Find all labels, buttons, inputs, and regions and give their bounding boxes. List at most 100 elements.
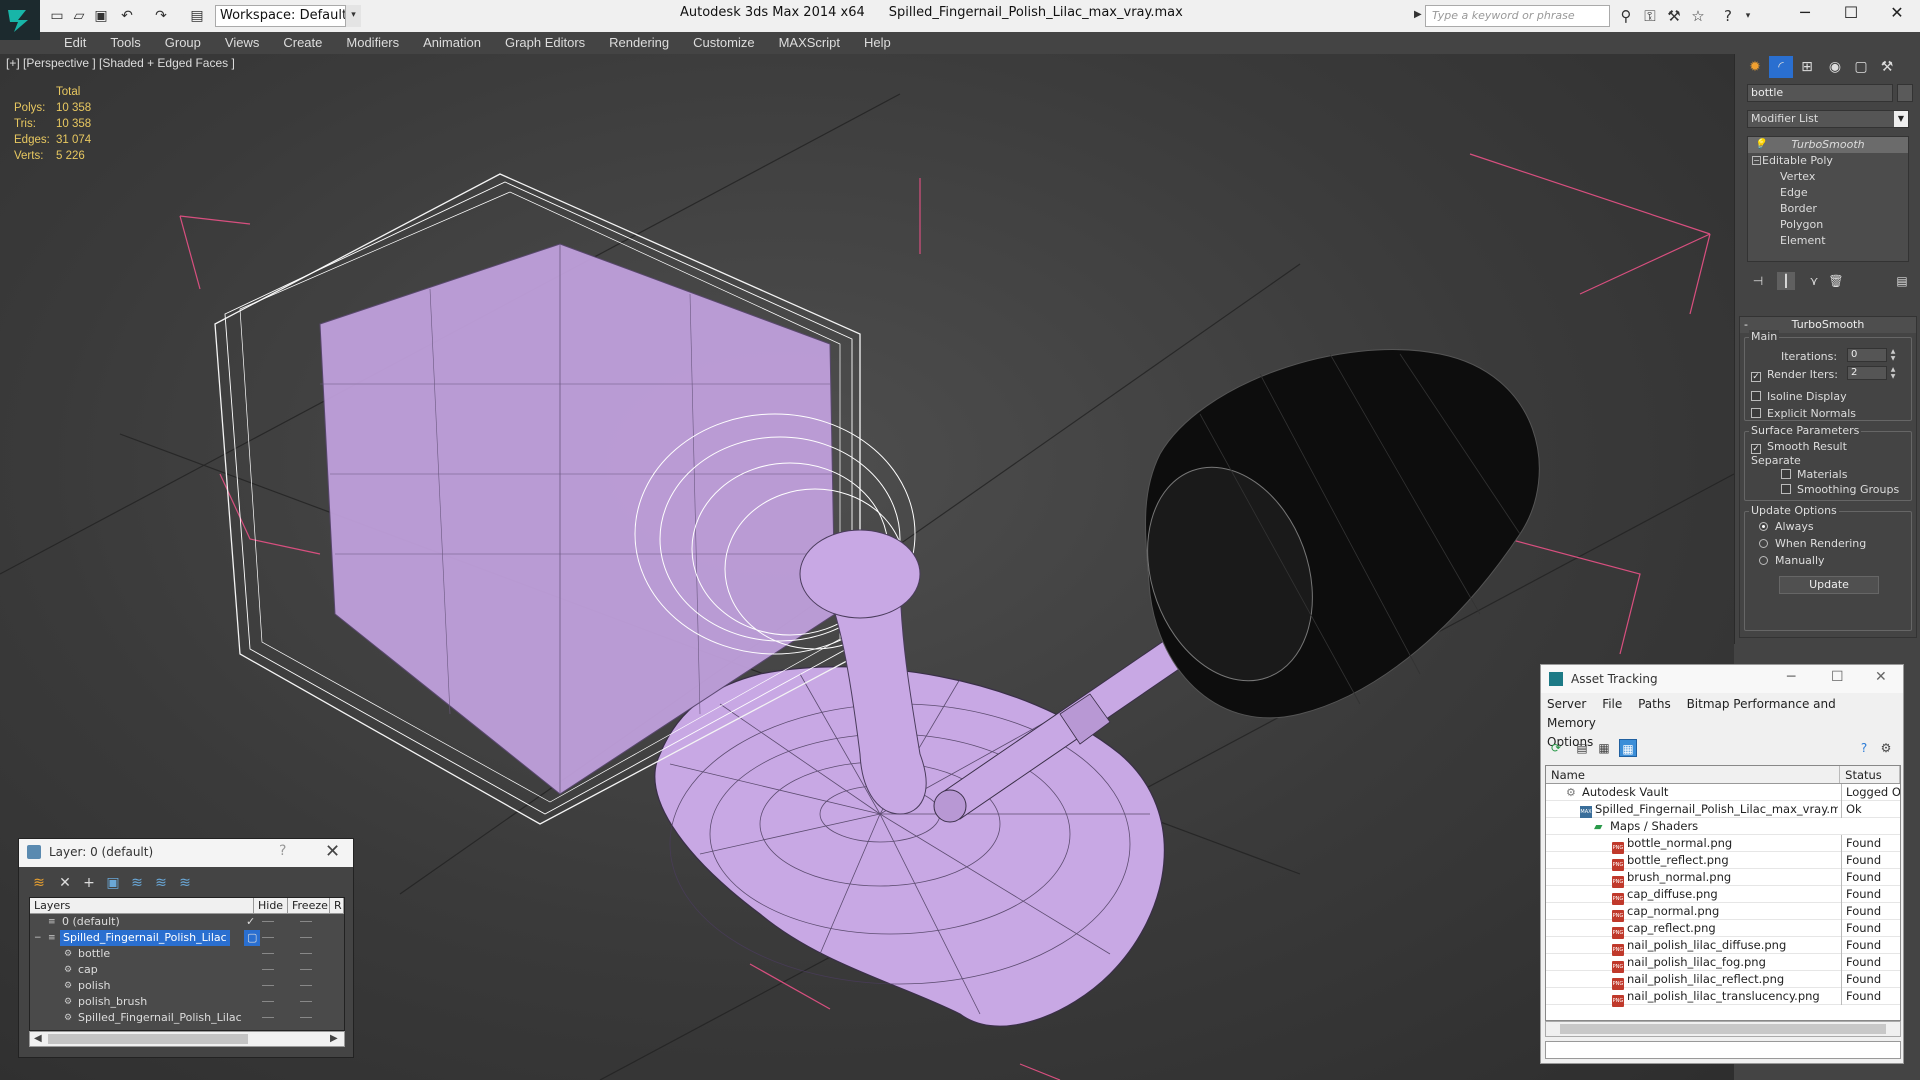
menu-graph-editors[interactable]: Graph Editors	[493, 32, 597, 54]
binoculars-icon[interactable]: ⚲	[1616, 6, 1636, 26]
hide-toggle[interactable]	[262, 937, 274, 938]
materials-row[interactable]: Materials	[1781, 468, 1847, 481]
smooth-result-checkbox[interactable]: ✓	[1751, 444, 1761, 454]
hide-toggle[interactable]	[262, 985, 274, 986]
maximize-button[interactable]: ☐	[1828, 0, 1874, 28]
help-icon[interactable]: ?	[1718, 6, 1738, 26]
undo-icon[interactable]: ↶	[118, 7, 136, 25]
object-row-polish[interactable]: ⚙ polish	[30, 978, 344, 994]
asset-row-max-file[interactable]: MAX Spilled_Fingernail_Polish_Lilac_max_v…	[1546, 801, 1900, 818]
pin-stack-icon[interactable]: ⊣	[1749, 272, 1767, 290]
object-row-bottle[interactable]: ⚙ bottle	[30, 946, 344, 962]
stack-item-polygon[interactable]: Polygon	[1748, 217, 1908, 233]
modify-tab-icon[interactable]: ◜	[1769, 56, 1793, 78]
menu-views[interactable]: Views	[213, 32, 271, 54]
manually-radio[interactable]	[1759, 556, 1768, 565]
scrollbar-thumb[interactable]	[1560, 1024, 1886, 1034]
favorites-star-icon[interactable]: ☆	[1688, 6, 1708, 26]
smoothing-groups-checkbox[interactable]	[1781, 484, 1791, 494]
active-layer-check-icon[interactable]: ✓	[246, 914, 255, 930]
menu-create[interactable]: Create	[271, 32, 334, 54]
explicit-normals-row[interactable]: Explicit Normals	[1751, 407, 1856, 420]
layer-dialog-help-button[interactable]: ?	[279, 843, 286, 859]
asset-row-file[interactable]: PNG nail_polish_lilac_reflect.png Found	[1546, 971, 1900, 990]
col-freeze[interactable]: Freeze	[288, 898, 330, 913]
hide-toggle[interactable]	[262, 921, 274, 922]
isoline-checkbox[interactable]	[1751, 391, 1761, 401]
highlight-layer-icon[interactable]: ≋	[127, 873, 147, 893]
asset-row-file[interactable]: PNG nail_polish_lilac_diffuse.png Found	[1546, 937, 1900, 956]
col-name[interactable]: Name	[1546, 766, 1841, 783]
when-rendering-radio-row[interactable]: When Rendering	[1759, 537, 1866, 550]
workspace-dropdown-button[interactable]: ▾	[345, 5, 361, 27]
object-color-swatch[interactable]	[1897, 84, 1913, 102]
menu-tools[interactable]: Tools	[98, 32, 152, 54]
utilities-tab-icon[interactable]: ⚒	[1875, 56, 1899, 78]
asset-row-file[interactable]: PNG nail_polish_lilac_fog.png Found	[1546, 954, 1900, 973]
asset-row-file[interactable]: PNG nail_polish_lilac_translucency.png Fo…	[1546, 988, 1900, 1007]
viewport-label[interactable]: [+] [Perspective ] [Shaded + Edged Faces…	[6, 56, 235, 70]
asset-tracking-titlebar[interactable]: Asset Tracking ─ ☐ ✕	[1541, 665, 1903, 693]
object-name-field[interactable]: bottle	[1747, 84, 1893, 102]
collapse-icon[interactable]: −	[1752, 156, 1761, 165]
project-folder-icon[interactable]: ▤	[188, 7, 206, 25]
layer-row-default[interactable]: ≡ 0 (default) ✓	[30, 914, 344, 930]
render-iters-spinner[interactable]: 2	[1847, 366, 1887, 380]
asset-row-file[interactable]: PNG brush_normal.png Found	[1546, 869, 1900, 888]
scrollbar-thumb[interactable]	[48, 1034, 248, 1044]
scroll-right-icon[interactable]: ▶	[330, 1032, 338, 1046]
configure-sets-icon[interactable]: ▤	[1893, 272, 1911, 290]
stack-item-turbosmooth[interactable]: 💡 TurboSmooth	[1748, 137, 1908, 153]
object-row-spilled[interactable]: ⚙ Spilled_Fingernail_Polish_Lilac	[30, 1010, 344, 1026]
asset-row-file[interactable]: PNG cap_reflect.png Found	[1546, 920, 1900, 939]
always-radio-row[interactable]: Always	[1759, 520, 1814, 533]
hide-toggle[interactable]	[262, 953, 274, 954]
asset-row-file[interactable]: PNG cap_diffuse.png Found	[1546, 886, 1900, 905]
asset-horizontal-scrollbar[interactable]	[1545, 1021, 1901, 1037]
asset-row-vault[interactable]: ⚙ Autodesk Vault Logged O	[1546, 784, 1900, 801]
col-status[interactable]: Status	[1840, 766, 1900, 783]
layer-row-spilled[interactable]: − ≡ Spilled_Fingernail_Polish_Lilac ▢	[30, 930, 344, 946]
freeze-toggle[interactable]	[300, 969, 312, 970]
stack-item-editable-poly[interactable]: − Editable Poly	[1748, 153, 1908, 169]
isoline-display-row[interactable]: Isoline Display	[1751, 390, 1847, 403]
menu-server[interactable]: Server	[1547, 697, 1586, 711]
menu-rendering[interactable]: Rendering	[597, 32, 681, 54]
render-iters-checkbox[interactable]: ✓	[1751, 372, 1761, 382]
object-row-cap[interactable]: ⚙ cap	[30, 962, 344, 978]
minimize-button[interactable]: ─	[1782, 0, 1828, 28]
render-iters-row[interactable]: ✓ Render Iters:	[1751, 368, 1838, 382]
stack-item-edge[interactable]: Edge	[1748, 185, 1908, 201]
menu-help[interactable]: Help	[852, 32, 903, 54]
freeze-toggle[interactable]	[300, 1017, 312, 1018]
delete-layer-icon[interactable]: ✕	[55, 873, 75, 893]
layer-dialog-titlebar[interactable]: Layer: 0 (default) ? ✕	[19, 839, 353, 867]
always-radio[interactable]	[1759, 522, 1768, 531]
asset-row-file[interactable]: PNG bottle_normal.png Found	[1546, 835, 1900, 854]
freeze-toggle[interactable]	[300, 1001, 312, 1002]
freeze-all-layers-icon[interactable]: ≋	[175, 873, 195, 893]
close-button[interactable]: ✕	[1875, 669, 1887, 685]
menu-edit[interactable]: Edit	[52, 32, 98, 54]
display-tab-icon[interactable]: ▢	[1849, 56, 1873, 78]
iterations-spin-arrows[interactable]: ▲ ▼	[1889, 348, 1897, 362]
communication-icon[interactable]: ⚒	[1664, 6, 1684, 26]
table-view-icon[interactable]: ▦	[1619, 739, 1637, 757]
col-hide[interactable]: Hide	[254, 898, 288, 913]
add-selection-icon[interactable]: ▢	[244, 930, 261, 946]
iterations-spinner[interactable]: 0	[1847, 348, 1887, 362]
hide-toggle[interactable]	[262, 969, 274, 970]
hide-toggle[interactable]	[262, 1017, 274, 1018]
refresh-icon[interactable]: ⟳	[1547, 739, 1565, 757]
col-render[interactable]: R	[330, 898, 344, 913]
help-chevron-icon[interactable]: ▾	[1738, 6, 1758, 26]
app-logo[interactable]	[0, 0, 40, 40]
asset-row-maps-folder[interactable]: ▰ Maps / Shaders	[1546, 818, 1900, 835]
when-rendering-radio[interactable]	[1759, 539, 1768, 548]
stack-item-border[interactable]: Border	[1748, 201, 1908, 217]
lightbulb-icon[interactable]: 💡	[1754, 137, 1766, 153]
menu-bitmap-performance[interactable]: Bitmap Performance and Memory	[1547, 697, 1836, 730]
select-objects-icon[interactable]: ▣	[103, 873, 123, 893]
menu-modifiers[interactable]: Modifiers	[334, 32, 411, 54]
workspace-select[interactable]: Workspace: Default ▾	[215, 5, 360, 27]
